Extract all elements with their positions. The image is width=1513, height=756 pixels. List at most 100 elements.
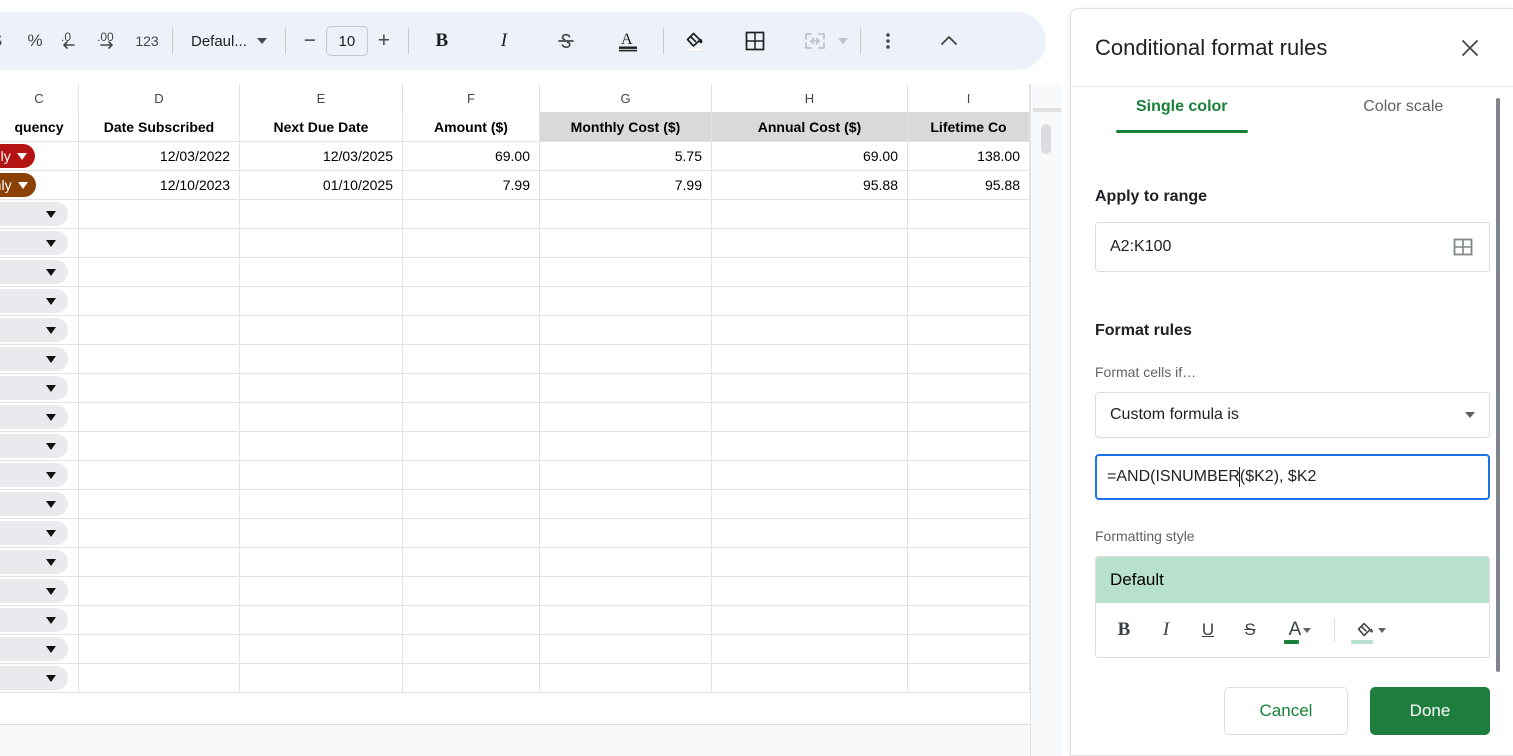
table-cell[interactable]: [712, 461, 908, 489]
table-cell[interactable]: [712, 519, 908, 547]
table-cell[interactable]: [908, 200, 1030, 228]
table-cell[interactable]: [712, 200, 908, 228]
table-header-cell[interactable]: Annual Cost ($): [712, 112, 908, 141]
frequency-cell[interactable]: [0, 519, 79, 547]
table-cell[interactable]: [403, 200, 540, 228]
table-cell[interactable]: [540, 258, 712, 286]
style-strikethrough-button[interactable]: S: [1234, 614, 1266, 646]
table-cell[interactable]: [712, 345, 908, 373]
frequency-cell[interactable]: [0, 345, 79, 373]
table-cell[interactable]: [403, 635, 540, 663]
table-cell[interactable]: 12/10/2023: [79, 171, 240, 199]
table-cell[interactable]: [712, 316, 908, 344]
increase-font-size-button[interactable]: +: [368, 25, 400, 57]
frequency-dropdown-chip[interactable]: [0, 463, 68, 487]
table-cell[interactable]: [712, 229, 908, 257]
table-cell[interactable]: [240, 374, 403, 402]
table-cell[interactable]: [908, 548, 1030, 576]
style-fill-color-button[interactable]: [1347, 614, 1393, 646]
table-cell[interactable]: [712, 548, 908, 576]
frequency-dropdown-chip[interactable]: [0, 318, 68, 342]
column-header-E[interactable]: E: [240, 84, 403, 112]
table-cell[interactable]: [403, 664, 540, 692]
table-header-cell[interactable]: Monthly Cost ($): [540, 112, 712, 141]
table-cell[interactable]: [240, 432, 403, 460]
italic-button[interactable]: I: [485, 22, 523, 60]
table-cell[interactable]: [79, 461, 240, 489]
merge-cells-button[interactable]: [796, 22, 834, 60]
borders-button[interactable]: [736, 22, 774, 60]
table-cell[interactable]: [712, 490, 908, 518]
table-cell[interactable]: [540, 606, 712, 634]
table-cell[interactable]: [403, 606, 540, 634]
table-cell[interactable]: 69.00: [712, 142, 908, 170]
table-cell[interactable]: [403, 548, 540, 576]
frequency-dropdown-chip[interactable]: [0, 347, 68, 371]
table-header-cell[interactable]: Date Subscribed: [79, 112, 240, 141]
table-cell[interactable]: [540, 490, 712, 518]
font-family-dropdown[interactable]: Defaul...: [181, 22, 277, 60]
table-cell[interactable]: [79, 519, 240, 547]
done-button[interactable]: Done: [1370, 687, 1490, 735]
tab-single-color[interactable]: Single color: [1071, 88, 1293, 140]
text-color-button[interactable]: A: [609, 22, 647, 60]
table-cell[interactable]: [712, 287, 908, 315]
frequency-chip[interactable]: ually: [0, 144, 35, 168]
column-header-G[interactable]: G: [540, 84, 712, 112]
style-text-color-button[interactable]: A: [1278, 614, 1322, 646]
table-cell[interactable]: [240, 403, 403, 431]
table-cell[interactable]: [540, 461, 712, 489]
frequency-dropdown-chip[interactable]: [0, 260, 68, 284]
table-cell[interactable]: [540, 287, 712, 315]
table-cell[interactable]: [79, 316, 240, 344]
font-size-input[interactable]: 10: [325, 26, 368, 56]
frequency-dropdown-chip[interactable]: [0, 289, 68, 313]
frequency-cell[interactable]: [0, 490, 79, 518]
frequency-cell[interactable]: [0, 577, 79, 605]
table-cell[interactable]: [403, 403, 540, 431]
table-cell[interactable]: [712, 403, 908, 431]
table-cell[interactable]: [79, 548, 240, 576]
frequency-dropdown-chip[interactable]: [0, 666, 68, 690]
table-cell[interactable]: [403, 258, 540, 286]
table-header-cell[interactable]: Lifetime Co: [908, 112, 1030, 141]
vertical-scrollbar-thumb[interactable]: [1041, 124, 1051, 154]
more-formats-icon[interactable]: 123: [130, 22, 164, 60]
table-cell[interactable]: 12/03/2025: [240, 142, 403, 170]
table-cell[interactable]: [908, 432, 1030, 460]
table-cell[interactable]: [403, 577, 540, 605]
bold-button[interactable]: B: [423, 22, 461, 60]
table-cell[interactable]: 5.75: [540, 142, 712, 170]
table-header-cell[interactable]: quency: [0, 112, 79, 141]
table-cell[interactable]: [712, 258, 908, 286]
table-cell[interactable]: [908, 229, 1030, 257]
strikethrough-button[interactable]: [547, 22, 585, 60]
formatting-style-preview[interactable]: Default: [1096, 557, 1489, 603]
style-bold-button[interactable]: B: [1108, 614, 1140, 646]
table-cell[interactable]: [79, 432, 240, 460]
table-cell[interactable]: 95.88: [908, 171, 1030, 199]
table-header-cell[interactable]: Next Due Date: [240, 112, 403, 141]
table-cell[interactable]: [79, 287, 240, 315]
frequency-dropdown-chip[interactable]: [0, 202, 68, 226]
table-cell[interactable]: [403, 287, 540, 315]
table-cell[interactable]: [240, 258, 403, 286]
frequency-dropdown-chip[interactable]: [0, 376, 68, 400]
table-cell[interactable]: [712, 635, 908, 663]
frequency-cell[interactable]: [0, 606, 79, 634]
cancel-button[interactable]: Cancel: [1224, 687, 1348, 735]
table-cell[interactable]: [79, 664, 240, 692]
merge-cells-dropdown[interactable]: [834, 22, 852, 60]
percent-format-icon[interactable]: %: [16, 22, 54, 60]
column-header-D[interactable]: D: [79, 84, 240, 112]
custom-formula-input[interactable]: =AND(ISNUMBER ($K2), $K2: [1095, 454, 1490, 500]
table-cell[interactable]: [403, 316, 540, 344]
table-cell[interactable]: [540, 548, 712, 576]
table-cell[interactable]: [240, 200, 403, 228]
frequency-cell[interactable]: ually: [0, 142, 79, 170]
table-cell[interactable]: [240, 490, 403, 518]
panel-scrollbar-thumb[interactable]: [1496, 98, 1500, 672]
table-cell[interactable]: [79, 258, 240, 286]
table-cell[interactable]: [403, 374, 540, 402]
frequency-dropdown-chip[interactable]: [0, 550, 68, 574]
